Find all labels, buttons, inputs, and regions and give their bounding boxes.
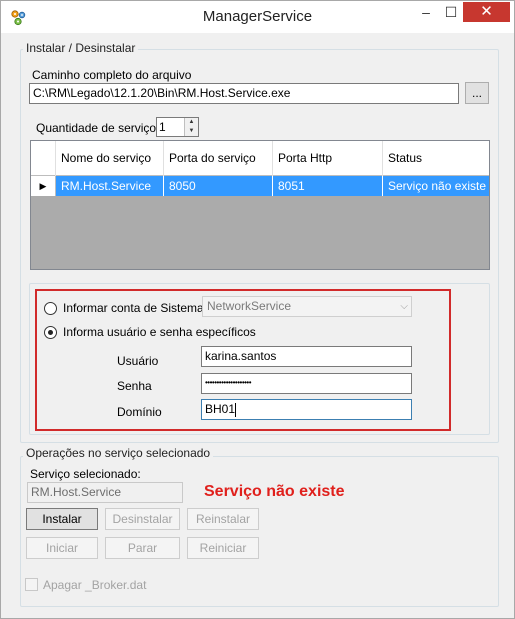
- delete-broker-label[interactable]: Apagar _Broker.dat: [43, 578, 146, 592]
- minimize-button[interactable]: –: [412, 2, 440, 22]
- column-header-service-port[interactable]: Porta do serviço: [164, 141, 273, 176]
- table-row[interactable]: ▶ RM.Host.Service 8050 8051 Serviço não …: [31, 176, 489, 196]
- restart-button[interactable]: Reiniciar: [187, 537, 259, 559]
- spinner-down-icon[interactable]: ▼: [184, 127, 198, 136]
- system-account-label[interactable]: Informar conta de Sistema: [63, 301, 204, 315]
- install-button[interactable]: Instalar: [26, 508, 98, 530]
- cell-status[interactable]: Serviço não existe: [383, 176, 489, 196]
- manager-service-window: ManagerService – ☐ ✕ Instalar / Desinsta…: [0, 0, 515, 619]
- cell-service-name[interactable]: RM.Host.Service: [56, 176, 164, 196]
- system-account-radio[interactable]: [44, 302, 57, 315]
- uninstall-button[interactable]: Desinstalar: [105, 508, 180, 530]
- column-header-http-port[interactable]: Porta Http: [273, 141, 383, 176]
- domain-value: BH01: [205, 402, 236, 416]
- domain-input[interactable]: BH01: [201, 399, 412, 420]
- password-label: Senha: [117, 379, 152, 393]
- spinner-up-icon[interactable]: ▲: [184, 118, 198, 127]
- services-grid[interactable]: Nome do serviço Porta do serviço Porta H…: [30, 140, 490, 270]
- stop-button[interactable]: Parar: [105, 537, 180, 559]
- system-account-select[interactable]: NetworkService ⌵: [202, 296, 412, 317]
- specific-user-radio[interactable]: [44, 326, 57, 339]
- grid-header: Nome do serviço Porta do serviço Porta H…: [31, 141, 489, 176]
- current-row-arrow-icon: ▶: [31, 176, 56, 196]
- delete-broker-checkbox[interactable]: [25, 578, 38, 591]
- quantity-label: Quantidade de serviços: [36, 121, 163, 135]
- reinstall-button[interactable]: Reinstalar: [187, 508, 259, 530]
- operations-group-legend: Operações no serviço selecionado: [23, 446, 214, 460]
- grid-corner: [31, 141, 56, 176]
- path-input[interactable]: C:\RM\Legado\12.1.20\Bin\RM.Host.Service…: [29, 83, 459, 104]
- selected-service-field: RM.Host.Service: [27, 482, 183, 503]
- path-label: Caminho completo do arquivo: [32, 68, 192, 82]
- maximize-button[interactable]: ☐: [440, 2, 462, 22]
- status-message: Serviço não existe: [204, 483, 345, 500]
- browse-button[interactable]: ...: [465, 82, 489, 104]
- cell-http-port[interactable]: 8051: [273, 176, 383, 196]
- start-button[interactable]: Iniciar: [26, 537, 98, 559]
- column-header-status[interactable]: Status: [383, 141, 489, 176]
- quantity-stepper[interactable]: 1 ▲ ▼: [156, 117, 199, 137]
- specific-user-label[interactable]: Informa usuário e senha específicos: [63, 325, 256, 339]
- chevron-down-icon: ⌵: [400, 301, 408, 312]
- system-account-value: NetworkService: [207, 299, 292, 313]
- cell-service-port[interactable]: 8050: [164, 176, 273, 196]
- user-input[interactable]: karina.santos: [201, 346, 412, 367]
- password-input[interactable]: ••••••••••••••••••••: [201, 373, 412, 394]
- domain-label: Domínio: [117, 405, 162, 419]
- column-header-name[interactable]: Nome do serviço: [56, 141, 164, 176]
- close-button[interactable]: ✕: [463, 2, 510, 22]
- install-group-legend: Instalar / Desinstalar: [23, 41, 139, 55]
- text-cursor: [235, 402, 237, 417]
- selected-service-label: Serviço selecionado:: [30, 467, 141, 481]
- quantity-value: 1: [159, 120, 166, 134]
- title-bar: ManagerService – ☐ ✕: [1, 1, 514, 33]
- user-label: Usuário: [117, 354, 159, 368]
